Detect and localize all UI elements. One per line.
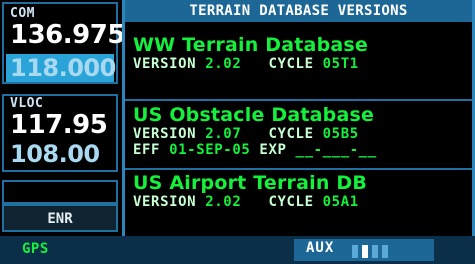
cycle-value: 05B5 <box>322 126 359 142</box>
cycle-value: 05A1 <box>322 194 359 210</box>
cycle-label: CYCLE <box>268 194 314 210</box>
com-window[interactable]: COM 136.975 118.000 <box>2 2 125 84</box>
database-version-line: VERSION 2.02 CYCLE 05A1 <box>133 194 466 210</box>
page-group-indicator: AUX <box>294 239 434 261</box>
frequency-column: COM 136.975 118.000 VLOC 117.95 108.00 E… <box>0 0 125 264</box>
exp-value: __-___-__ <box>295 142 377 158</box>
page-indicator-3 <box>372 245 378 258</box>
com-label: COM <box>10 6 35 21</box>
vloc-active-frequency[interactable]: 117.95 <box>10 110 108 140</box>
nav-source-gps: GPS <box>22 241 49 257</box>
eff-label: EFF <box>133 142 161 158</box>
database-effective-line: EFF 01-SEP-05 EXP __-___-__ <box>133 142 466 158</box>
page-title: TERRAIN DATABASE VERSIONS <box>125 0 472 22</box>
com-active-frequency[interactable]: 136.975 <box>10 20 125 50</box>
version-label: VERSION <box>133 126 197 142</box>
page-group-label: AUX <box>306 240 335 256</box>
database-entry-us-obstacle: US Obstacle Database VERSION 2.07 CYCLE … <box>133 104 466 158</box>
separator <box>125 99 472 101</box>
database-entry-ww-terrain: WW Terrain Database VERSION 2.02 CYCLE 0… <box>133 34 466 72</box>
database-entry-us-airport-terrain: US Airport Terrain DB VERSION 2.02 CYCLE… <box>133 172 466 210</box>
page-indicator-2 <box>362 245 368 258</box>
vloc-window[interactable]: VLOC 117.95 108.00 <box>2 94 118 172</box>
vloc-standby-frequency[interactable]: 108.00 <box>10 140 100 168</box>
com-standby-frequency[interactable]: 118.000 <box>10 54 116 82</box>
terrain-database-page: TERRAIN DATABASE VERSIONS WW Terrain Dat… <box>122 0 475 236</box>
database-name: WW Terrain Database <box>133 34 368 56</box>
version-label: VERSION <box>133 56 197 72</box>
flight-phase-box: ENR <box>2 204 118 232</box>
eff-value: 01-SEP-05 <box>169 142 251 158</box>
cycle-value: 05T1 <box>322 56 359 72</box>
page-indicator-1 <box>352 245 358 258</box>
database-version-line: VERSION 2.02 CYCLE 05T1 <box>133 56 466 72</box>
version-value: 2.02 <box>205 56 242 72</box>
gps-display: COM 136.975 118.000 VLOC 117.95 108.00 E… <box>0 0 475 264</box>
cdi-blank-box <box>2 180 118 204</box>
vloc-label: VLOC <box>10 96 44 111</box>
separator <box>125 168 472 170</box>
database-name: US Airport Terrain DB <box>133 172 368 194</box>
exp-label: EXP <box>259 142 287 158</box>
page-indicator-4 <box>382 245 388 258</box>
version-value: 2.07 <box>205 126 242 142</box>
database-version-line: VERSION 2.07 CYCLE 05B5 <box>133 126 466 142</box>
flight-phase-label: ENR <box>47 211 73 227</box>
database-name: US Obstacle Database <box>133 104 375 126</box>
version-label: VERSION <box>133 194 197 210</box>
cycle-label: CYCLE <box>268 56 314 72</box>
version-value: 2.02 <box>205 194 242 210</box>
status-bar: GPS AUX <box>0 236 475 264</box>
cycle-label: CYCLE <box>268 126 314 142</box>
